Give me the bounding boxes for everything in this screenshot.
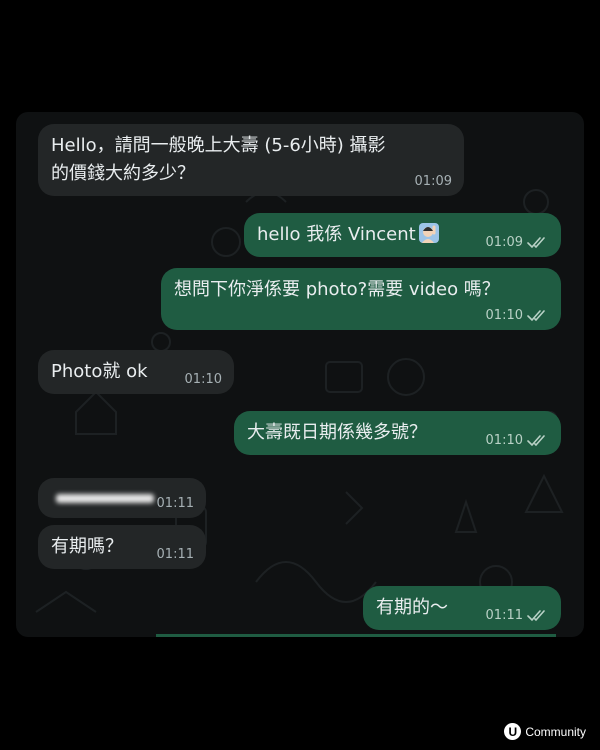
watermark: U Community [504, 723, 586, 740]
message-text: 大壽既日期係幾多號？ [247, 422, 427, 443]
message-meta: 01:11 [486, 608, 549, 624]
message-time: 01:11 [156, 547, 194, 562]
message-outgoing[interactable]: 想問下你淨係要 photo?需要 video 嗎？ 01:10 [161, 268, 561, 330]
message-text: Hello，請問一般晚上大壽 (5-6小時) 攝影 的價錢大約多少？ [51, 135, 386, 184]
brand-name: Community [525, 724, 586, 739]
message-meta: 01:10 [486, 433, 549, 449]
double-check-icon [527, 610, 545, 622]
message-time: 01:11 [156, 496, 194, 511]
message-text: hello 我係 Vincent [257, 221, 440, 249]
message-incoming[interactable]: Photo就 ok 01:10 [38, 350, 234, 394]
u-logo-icon: U [504, 723, 522, 740]
message-text: 有期的～ [376, 597, 448, 618]
message-time: 01:11 [485, 608, 523, 623]
message-meta: 01:11 [157, 547, 194, 563]
message-meta: 01:09 [415, 174, 452, 190]
double-check-icon [527, 310, 545, 322]
message-text-content: hello 我係 Vincent [257, 224, 416, 245]
message-meta: 01:11 [157, 496, 194, 512]
message-time: 01:10 [485, 308, 523, 323]
message-meta: 01:09 [486, 235, 549, 251]
message-text: Photo就 ok [51, 361, 148, 382]
message-meta: 01:10 [185, 372, 222, 388]
message-time: 01:10 [485, 433, 523, 448]
message-incoming-redacted[interactable]: 01:11 [38, 478, 206, 518]
message-incoming[interactable]: 有期嗎？ 01:11 [38, 525, 206, 569]
message-time: 01:10 [184, 372, 222, 387]
message-time: 01:09 [485, 235, 523, 250]
double-check-icon [527, 237, 545, 249]
message-meta: 01:10 [486, 308, 549, 324]
message-incoming[interactable]: Hello，請問一般晚上大壽 (5-6小時) 攝影 的價錢大約多少？ 01:09 [38, 124, 464, 196]
redacted-text [56, 494, 154, 503]
message-outgoing[interactable]: 有期的～ 01:11 [363, 586, 561, 630]
next-message-edge [156, 634, 556, 637]
message-text: 想問下你淨係要 photo?需要 video 嗎？ [174, 279, 500, 300]
person-raising-hand-emoji [418, 223, 439, 243]
message-text: 有期嗎？ [51, 536, 123, 557]
message-outgoing[interactable]: 大壽既日期係幾多號？ 01:10 [234, 411, 561, 455]
double-check-icon [527, 435, 545, 447]
message-time: 01:09 [414, 174, 452, 189]
message-outgoing[interactable]: hello 我係 Vincent 01:09 [244, 213, 561, 257]
chat-panel: Hello，請問一般晚上大壽 (5-6小時) 攝影 的價錢大約多少？ 01:09… [16, 112, 584, 637]
